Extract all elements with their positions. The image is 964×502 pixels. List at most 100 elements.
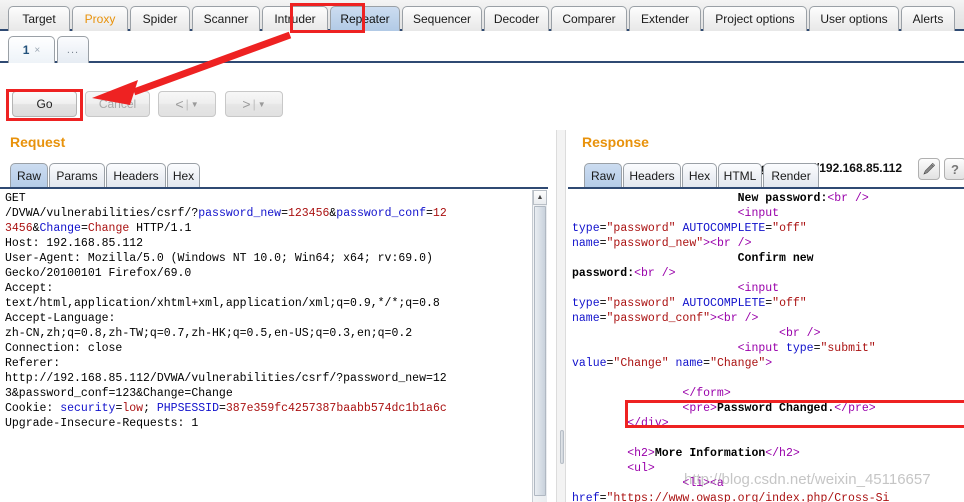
response-token: </form>: [682, 387, 731, 400]
response-token: [731, 237, 738, 250]
response-tab-label: Raw: [591, 168, 616, 183]
response-tab-html[interactable]: HTML: [718, 163, 762, 187]
request-tab-label: Raw: [17, 168, 42, 183]
response-line: </div>: [572, 416, 964, 431]
request-token: =: [219, 402, 226, 415]
main-tab-extender[interactable]: Extender: [629, 6, 701, 31]
help-icon-button[interactable]: ?: [944, 158, 964, 180]
response-line: <input type="submit": [572, 341, 964, 356]
request-line: Connection: close: [5, 341, 520, 356]
main-tab-sequencer[interactable]: Sequencer: [402, 6, 482, 31]
response-tab-hex[interactable]: Hex: [682, 163, 717, 187]
go-button-label: Go: [36, 97, 53, 111]
response-token: password:: [572, 267, 635, 280]
chevron-right-icon: >: [242, 96, 251, 112]
request-line: Upgrade-Insecure-Requests: 1: [5, 416, 520, 431]
response-token: <input: [737, 207, 780, 220]
cancel-button[interactable]: Cancel: [85, 91, 150, 117]
response-token: <pre>: [682, 402, 717, 415]
cancel-button-label: Cancel: [98, 97, 137, 111]
request-tab-params[interactable]: Params: [49, 163, 105, 187]
request-scrollbar[interactable]: ▲: [532, 190, 547, 502]
main-tab-scanner[interactable]: Scanner: [192, 6, 260, 31]
response-token: "password_conf": [606, 312, 711, 325]
back-button[interactable]: < | ▼: [158, 91, 216, 117]
main-tab-label: Alerts: [912, 12, 944, 26]
response-token: name: [572, 312, 600, 325]
main-tab-project-options[interactable]: Project options: [703, 6, 807, 31]
request-tab-hex[interactable]: Hex: [167, 163, 200, 187]
request-scrollbar-thumb[interactable]: [534, 206, 546, 496]
main-tab-repeater[interactable]: Repeater: [330, 6, 400, 31]
main-tab-alerts[interactable]: Alerts: [901, 6, 955, 31]
close-icon[interactable]: ×: [34, 45, 40, 56]
response-line: [572, 371, 964, 386]
response-line: <pre>Password Changed.</pre>: [572, 401, 964, 416]
request-line: /DVWA/vulnerabilities/csrf/?password_new…: [5, 206, 520, 221]
response-tab-label: HTML: [723, 168, 757, 183]
response-tab-label: Hex: [688, 168, 711, 183]
main-tab-label: Intruder: [274, 12, 316, 26]
forward-button[interactable]: > | ▼: [225, 91, 283, 117]
request-token: =: [426, 207, 433, 220]
ellipsis-icon: ...: [66, 44, 80, 56]
request-line: text/html,application/xhtml+xml,applicat…: [5, 296, 520, 311]
response-raw-editor[interactable]: New password:<br /> <input type="password…: [572, 191, 964, 502]
request-tab-headers[interactable]: Headers: [106, 163, 166, 187]
response-line: name="password_new"><br />: [572, 236, 964, 251]
scroll-up-arrow-icon[interactable]: ▲: [533, 190, 547, 205]
response-token: </pre>: [834, 402, 876, 415]
request-tab-label: Headers: [113, 168, 159, 183]
main-tab-bar: Target Proxy Spider Scanner Intruder Repeater…: [0, 0, 964, 31]
request-tab-raw[interactable]: Raw: [10, 163, 48, 187]
response-token: "submit": [820, 342, 876, 355]
repeater-toolbar: Go Cancel < | ▼ > | ▼ Target: http://192…: [0, 63, 964, 180]
response-token: [572, 327, 779, 340]
pencil-icon: [923, 162, 936, 175]
main-tab-label: Comparer: [562, 12, 616, 26]
response-token: Confirm new: [737, 252, 814, 265]
response-token: type: [572, 297, 600, 310]
request-token: 3&password_conf=123&Change=Change: [5, 387, 233, 400]
main-tab-intruder[interactable]: Intruder: [262, 6, 328, 31]
main-tab-decoder[interactable]: Decoder: [484, 6, 549, 31]
response-token: >: [703, 237, 711, 250]
response-token: <br: [634, 267, 655, 280]
response-token: "password": [606, 222, 676, 235]
response-token: [572, 342, 738, 355]
request-token: Change: [39, 222, 81, 235]
response-token: More Information: [654, 447, 766, 460]
main-tab-target[interactable]: Target: [8, 6, 70, 31]
request-line: Gecko/20100101 Firefox/69.0: [5, 266, 520, 281]
pencil-icon-button[interactable]: [918, 158, 940, 180]
response-line: <input: [572, 281, 964, 296]
response-tab-headers[interactable]: Headers: [623, 163, 681, 187]
response-tab-raw[interactable]: Raw: [584, 163, 622, 187]
response-token: [572, 207, 738, 220]
response-line: type="password" AUTOCOMPLETE="off": [572, 221, 964, 236]
response-token: =: [599, 297, 607, 310]
repeater-request-tab-1[interactable]: 1 ×: [8, 36, 55, 63]
main-tab-user-options[interactable]: User options: [809, 6, 899, 31]
chevron-left-icon: <: [175, 96, 184, 112]
response-token: [800, 327, 807, 340]
chevron-down-icon[interactable]: ▼: [191, 100, 199, 109]
response-token: name: [572, 237, 600, 250]
request-token: Accept:: [5, 282, 54, 295]
main-tab-proxy[interactable]: Proxy: [72, 6, 128, 31]
add-repeater-tab-button[interactable]: ...: [57, 36, 89, 63]
panel-splitter[interactable]: [556, 130, 566, 502]
main-tab-spider[interactable]: Spider: [130, 6, 190, 31]
go-button[interactable]: Go: [12, 91, 77, 117]
splitter-grip[interactable]: [560, 430, 564, 464]
main-tab-comparer[interactable]: Comparer: [551, 6, 627, 31]
response-token: New password:: [737, 192, 828, 205]
response-tab-render[interactable]: Render: [763, 163, 819, 187]
response-token: "password": [606, 297, 676, 310]
request-token: zh-CN,zh;q=0.8,zh-TW;q=0.7,zh-HK;q=0.5,e…: [5, 327, 413, 340]
response-token: =: [599, 312, 607, 325]
request-tab-underline: [0, 187, 548, 189]
response-token: =: [599, 237, 607, 250]
chevron-down-icon[interactable]: ▼: [258, 100, 266, 109]
request-raw-editor[interactable]: GET/DVWA/vulnerabilities/csrf/?password_…: [5, 191, 520, 502]
